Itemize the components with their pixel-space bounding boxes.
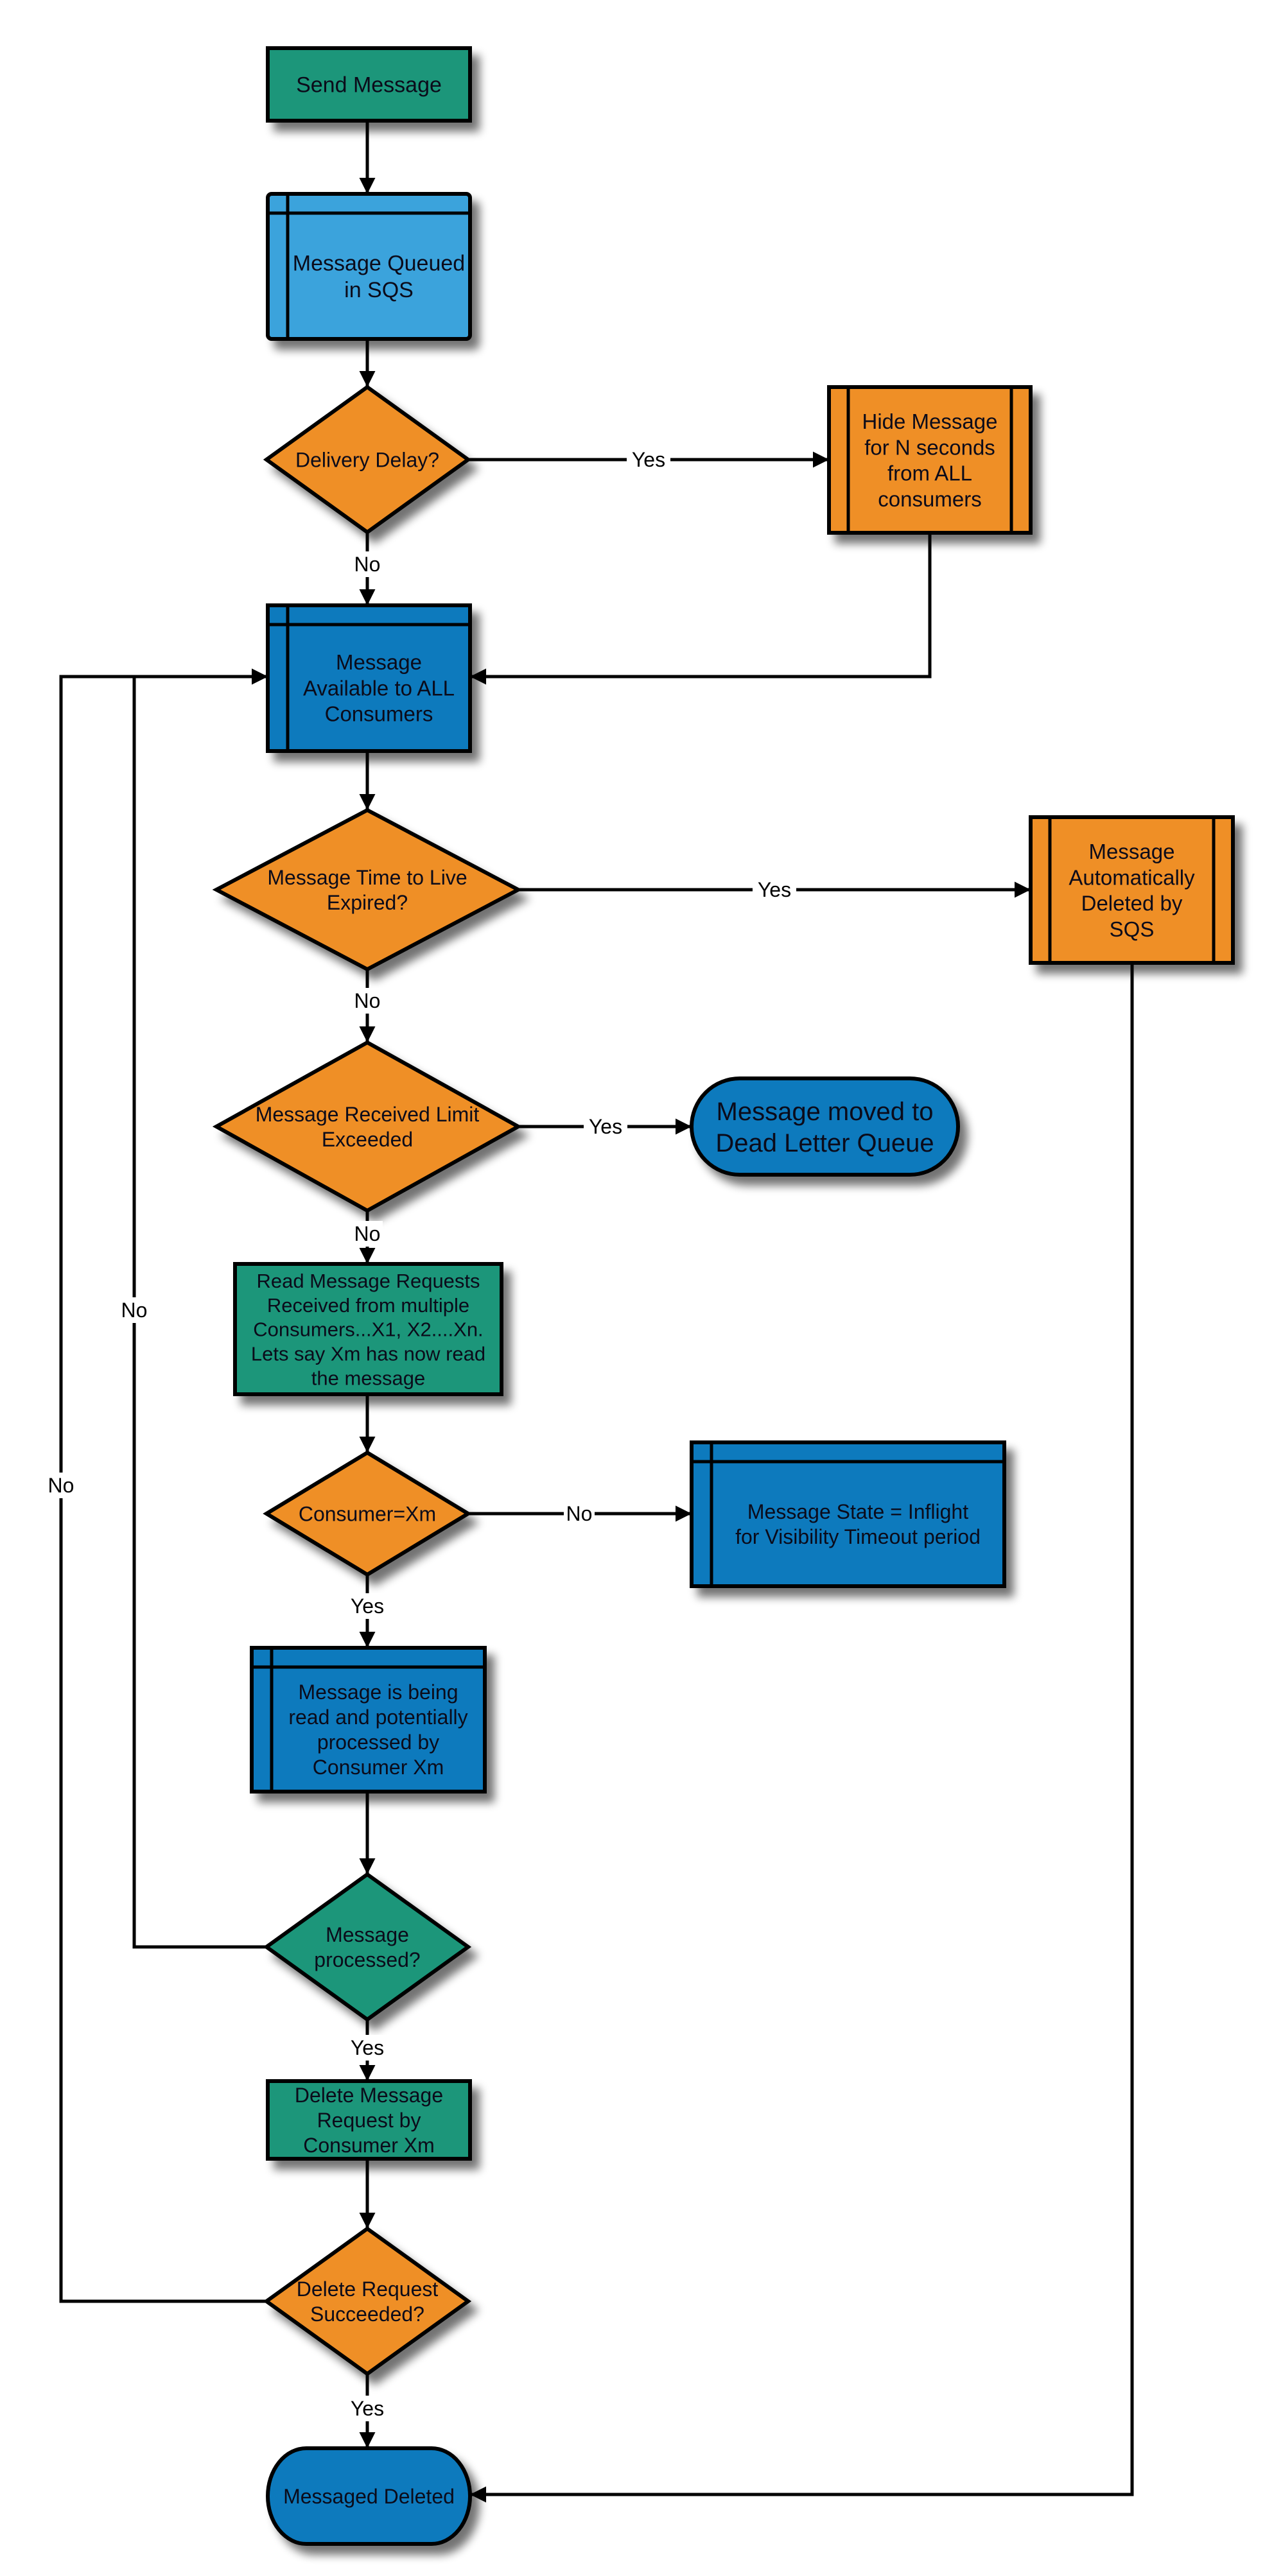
node-message-queued[interactable]: Message Queued in SQS: [266, 192, 472, 341]
node-label-line: for Visibility Timeout period: [735, 1525, 981, 1548]
node-label-line: Deleted by: [1081, 892, 1183, 915]
node-label: Delete Message Request by Consumer Xm: [295, 2084, 443, 2157]
node-label-line: Message: [336, 650, 422, 674]
node-message-deleted[interactable]: Messaged Deleted: [266, 2446, 472, 2546]
decision-diamond: [263, 2226, 472, 2376]
edge-label-text: Yes: [758, 878, 791, 901]
edge-label-text: Yes: [351, 2397, 384, 2420]
node-label-line: Send Message: [296, 73, 442, 98]
node-label-line: Message Time to Live: [267, 866, 467, 889]
node-label-line: Consumers: [325, 702, 433, 726]
edge-auto-deleted-to-message-deleted: [470, 963, 1134, 2503]
node-label: Send Message: [296, 73, 442, 98]
node-label-line: Delivery Delay?: [295, 449, 439, 472]
node-label-line: the message: [311, 1367, 426, 1389]
node-inflight[interactable]: Message State = Inflight for Visibility T…: [690, 1440, 1006, 1588]
node-label-line: from ALL: [887, 462, 972, 485]
edge-label-text: No: [121, 1299, 148, 1322]
edge-label-no: No: [46, 1473, 76, 1498]
node-label-line: Delete Message: [295, 2084, 443, 2107]
edge-delete-succeeded-to-message-available: [59, 668, 268, 2303]
node-label-line: Dead Letter Queue: [715, 1129, 934, 1157]
edge-label-no: No: [119, 1297, 150, 1323]
edge-label-yes: Yes: [345, 2035, 389, 2061]
edge-label-text: Yes: [351, 2036, 384, 2059]
node-label: Delivery Delay?: [295, 449, 439, 472]
node-label-line: Consumer Xm: [313, 1756, 444, 1779]
edge-label-no: No: [564, 1501, 595, 1526]
node-label-line: SQS: [1110, 917, 1155, 941]
node-hide-message[interactable]: Hide Message for N seconds from ALL consume…: [827, 385, 1033, 535]
edge-label-yes: Yes: [345, 2396, 389, 2421]
terminator-shape: [690, 1076, 960, 1177]
node-label-line: Expired?: [327, 891, 408, 914]
edge-hide-message-to-message-available: [470, 533, 932, 685]
node-label-line: processed?: [314, 1948, 420, 1971]
node-label-line: Message: [1089, 840, 1175, 863]
edge-label-yes: Yes: [627, 447, 670, 472]
node-label-line: Read Message Requests: [256, 1270, 480, 1292]
node-label-line: in SQS: [344, 278, 414, 302]
node-label-line: Messaged Deleted: [283, 2485, 455, 2508]
node-label-line: Consumer=Xm: [299, 1503, 436, 1526]
node-ttl-expired[interactable]: Message Time to Live Expired?: [212, 808, 523, 972]
node-label-line: Delete Request: [297, 2278, 439, 2301]
edge-label-no: No: [352, 988, 383, 1014]
edge-label-text: No: [354, 989, 381, 1012]
edge-label-text: No: [566, 1502, 593, 1525]
node-label-line: Consumer Xm: [303, 2134, 435, 2157]
edge-label-no: No: [352, 1221, 383, 1247]
node-label-line: Request by: [317, 2109, 421, 2132]
node-label-line: Consumers...X1, X2....Xn.: [253, 1318, 483, 1341]
node-label-line: Hide Message: [862, 410, 998, 433]
node-read-requests[interactable]: Read Message Requests Received from multi…: [233, 1262, 503, 1396]
node-label-line: Succeeded?: [310, 2303, 424, 2326]
node-consumer-check[interactable]: Consumer=Xm: [263, 1450, 472, 1577]
node-delete-request[interactable]: Delete Message Request by Consumer Xm: [266, 2079, 472, 2161]
edge-label-text: No: [354, 1222, 381, 1245]
node-send-message[interactable]: Send Message: [266, 46, 472, 123]
node-delivery-delay[interactable]: Delivery Delay?: [263, 385, 472, 535]
node-label-line: Message State = Inflight: [747, 1500, 968, 1523]
node-dead-letter[interactable]: Message moved to Dead Letter Queue: [690, 1076, 960, 1177]
decision-diamond: [263, 1872, 472, 2022]
node-label-line: Message: [326, 1923, 409, 1946]
node-label-line: consumers: [878, 487, 981, 511]
edge-label-yes: Yes: [753, 877, 796, 903]
node-label-line: Exceeded: [322, 1128, 413, 1151]
edge-label-text: No: [354, 553, 381, 576]
node-being-processed[interactable]: Message is being read and potentially proc…: [250, 1646, 487, 1794]
node-label-line: Lets say Xm has now read: [251, 1342, 485, 1365]
node-label-line: Available to ALL: [303, 676, 455, 700]
node-label-line: Message is being: [298, 1681, 458, 1704]
decision-diamond: [212, 808, 523, 972]
node-label: Consumer=Xm: [299, 1503, 436, 1526]
node-message-available[interactable]: Message Available to ALL Consumers: [266, 603, 472, 753]
node-label-line: Received from multiple: [267, 1294, 469, 1317]
edge-label-no: No: [352, 551, 383, 577]
node-label-line: Automatically: [1069, 865, 1195, 889]
edge-label-text: No: [48, 1474, 74, 1497]
node-auto-deleted[interactable]: Message Automatically Deleted by SQS: [1029, 815, 1235, 965]
node-label: Messaged Deleted: [283, 2485, 455, 2508]
node-label-line: processed by: [317, 1731, 439, 1754]
node-label-line: Message Received Limit: [256, 1103, 480, 1126]
node-label-line: Message moved to: [717, 1098, 934, 1126]
node-label-line: Message Queued: [293, 252, 465, 276]
edge-label-yes: Yes: [345, 1593, 389, 1619]
node-label-line: for N seconds: [864, 435, 995, 459]
flowchart-canvas: Send Message Message Queued in SQS Delivery…: [46, 46, 1235, 2546]
decision-diamond: [212, 1040, 523, 1213]
node-label-line: read and potentially: [288, 1706, 467, 1729]
node-receive-limit[interactable]: Message Received Limit Exceeded: [212, 1040, 523, 1213]
edge-label-text: Yes: [589, 1115, 622, 1138]
edge-label-text: Yes: [632, 448, 665, 471]
edge-label-yes: Yes: [584, 1114, 627, 1139]
edge-label-text: Yes: [351, 1595, 384, 1618]
node-delete-succeeded[interactable]: Delete Request Succeeded?: [263, 2226, 472, 2376]
node-processed-check[interactable]: Message processed?: [263, 1872, 472, 2022]
